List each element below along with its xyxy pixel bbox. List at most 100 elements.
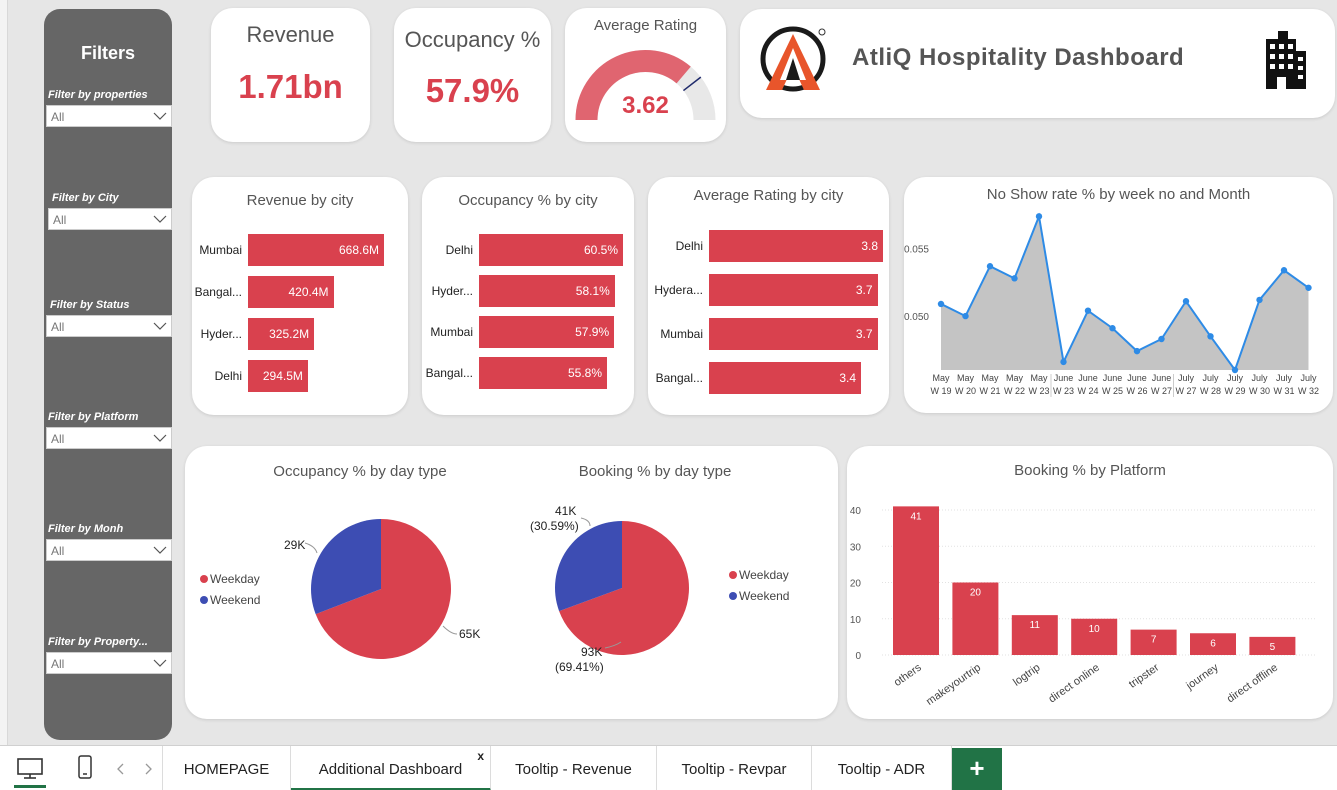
chevron-left-icon[interactable] — [115, 762, 127, 776]
filter-value: All — [51, 544, 65, 558]
filter-value: All — [51, 320, 65, 334]
filter-status-dropdown[interactable]: All — [46, 315, 172, 337]
chevron-down-icon — [153, 112, 167, 120]
filter-platform-dropdown[interactable]: All — [46, 427, 172, 449]
tab-additional-dashboard[interactable]: Additional Dashboard x — [291, 746, 491, 790]
x-tick-month: May — [1030, 373, 1048, 383]
data-point — [1084, 307, 1092, 314]
bar-category-label: Delhi — [445, 243, 473, 257]
bar-value-label: 41 — [910, 511, 922, 522]
area-fill — [941, 216, 1309, 370]
x-tick-label: others — [892, 661, 924, 689]
bar-value-label: 7 — [1151, 635, 1157, 646]
bar-value-label: 325.2M — [269, 327, 310, 341]
kpi-rating-card: Average Rating 3.62 — [565, 8, 726, 142]
bar-value-label: 420.4M — [288, 285, 329, 299]
filter-properties-dropdown[interactable]: All — [46, 105, 172, 127]
chevron-right-icon[interactable] — [142, 762, 154, 776]
left-strip — [0, 0, 8, 745]
x-tick-week: W 22 — [1004, 386, 1025, 396]
x-tick-month: July — [1300, 373, 1317, 383]
data-point — [1060, 358, 1067, 366]
bar-category-label: Hydera... — [654, 283, 703, 297]
x-tick-week: W 20 — [955, 386, 976, 396]
chart-title: Revenue by city — [246, 192, 354, 209]
no-show-rate-card: No Show rate % by week no and Month 0.05… — [904, 177, 1333, 413]
revenue-by-city-card: Revenue by city Mumbai 668.6M Bangal... 420… — [192, 177, 408, 415]
y-tick-label: 30 — [850, 542, 862, 553]
legend-swatch — [729, 592, 737, 600]
bar: 294.5M — [248, 360, 308, 392]
pie-data-label: (30.59%) — [530, 519, 579, 533]
atliq-logo-icon — [760, 26, 826, 92]
pie-data-label: 41K — [555, 504, 576, 518]
data-point — [1035, 213, 1043, 220]
chevron-down-icon — [153, 546, 167, 554]
tab-label: Additional Dashboard — [318, 761, 463, 778]
bar-category-label: Bangal... — [194, 285, 242, 299]
filter-value: All — [51, 432, 65, 446]
x-tick-month: June — [1127, 373, 1147, 383]
desktop-view-icon[interactable] — [16, 757, 44, 781]
booking-by-platform-card: Booking % by Platform 40 30 20 10 0 41 others 2… — [847, 446, 1333, 719]
filter-label: Filter by Platform — [48, 411, 139, 423]
chart-title: Occupancy % by city — [458, 192, 598, 209]
data-point — [1280, 267, 1288, 274]
legend-label: Weekday — [210, 572, 260, 586]
x-tick-week: W 21 — [979, 386, 1000, 396]
filter-value: All — [53, 213, 67, 227]
data-point — [1207, 333, 1214, 340]
bar: 3.8 — [709, 230, 883, 262]
bar: 57.9% — [479, 316, 615, 348]
x-tick-week: W 23 — [1053, 386, 1074, 396]
filter-month-dropdown[interactable]: All — [46, 539, 172, 561]
filter-city: Filter by City All — [46, 192, 172, 230]
tab-tooltip-revpar[interactable]: Tooltip - Revpar — [657, 746, 812, 790]
building-icon — [1266, 31, 1306, 89]
x-tick-week: W 31 — [1273, 386, 1294, 396]
bar-value-label: 58.1% — [575, 284, 610, 298]
filter-platform: Filter by Platform All — [46, 411, 172, 449]
rating-by-city-card: Average Rating by city Delhi 3.8 Hydera...… — [648, 177, 889, 415]
filter-city-dropdown[interactable]: All — [48, 208, 172, 230]
x-tick-week: W 32 — [1298, 386, 1319, 396]
bar: 3.4 — [709, 362, 861, 394]
leader-line — [304, 542, 318, 554]
x-tick-label: logtrip — [1011, 662, 1042, 689]
bar-value-label: 10 — [1089, 624, 1101, 635]
pie-data-label: (69.41%) — [555, 660, 604, 674]
add-page-button[interactable]: + — [952, 748, 1002, 790]
data-point — [1133, 347, 1141, 355]
bar — [893, 506, 939, 655]
data-point — [986, 263, 994, 270]
chevron-down-icon — [153, 659, 167, 667]
x-tick-label: makeyourtrip — [924, 662, 983, 708]
filters-panel: Filters Filter by properties All Filter … — [44, 9, 172, 740]
y-tick-label: 40 — [850, 506, 862, 517]
bar: 420.4M — [248, 276, 334, 308]
occupancy-by-city-card: Occupancy % by city Delhi 60.5% Hyder... 58… — [422, 177, 634, 415]
filter-property-dropdown[interactable]: All — [46, 652, 172, 674]
bar-category-label: Hyder... — [200, 327, 242, 341]
filter-label: Filter by Property... — [48, 636, 148, 648]
tab-tooltip-revenue[interactable]: Tooltip - Revenue — [491, 746, 657, 790]
x-tick-month: July — [1202, 373, 1219, 383]
bar: 55.8% — [479, 357, 607, 389]
data-point — [962, 312, 969, 320]
bar: 668.6M — [248, 234, 384, 266]
bar-value-label: 668.6M — [338, 243, 379, 257]
data-point — [937, 300, 945, 308]
bar-value-label: 11 — [1030, 620, 1041, 631]
close-tab-icon[interactable]: x — [477, 732, 484, 780]
bar-category-label: Mumbai — [660, 327, 703, 341]
data-point — [1256, 296, 1263, 304]
x-tick-week: W 19 — [930, 386, 951, 396]
legend-label: Weekday — [739, 568, 789, 582]
leader-line — [580, 517, 591, 527]
mobile-view-icon[interactable] — [75, 754, 95, 782]
tab-tooltip-adr[interactable]: Tooltip - ADR — [812, 746, 952, 790]
bar-value-label: 60.5% — [583, 243, 618, 257]
filter-month: Filter by Monh All — [46, 523, 172, 561]
tab-homepage[interactable]: HOMEPAGE — [162, 746, 291, 790]
x-tick-week: W 25 — [1102, 386, 1123, 396]
